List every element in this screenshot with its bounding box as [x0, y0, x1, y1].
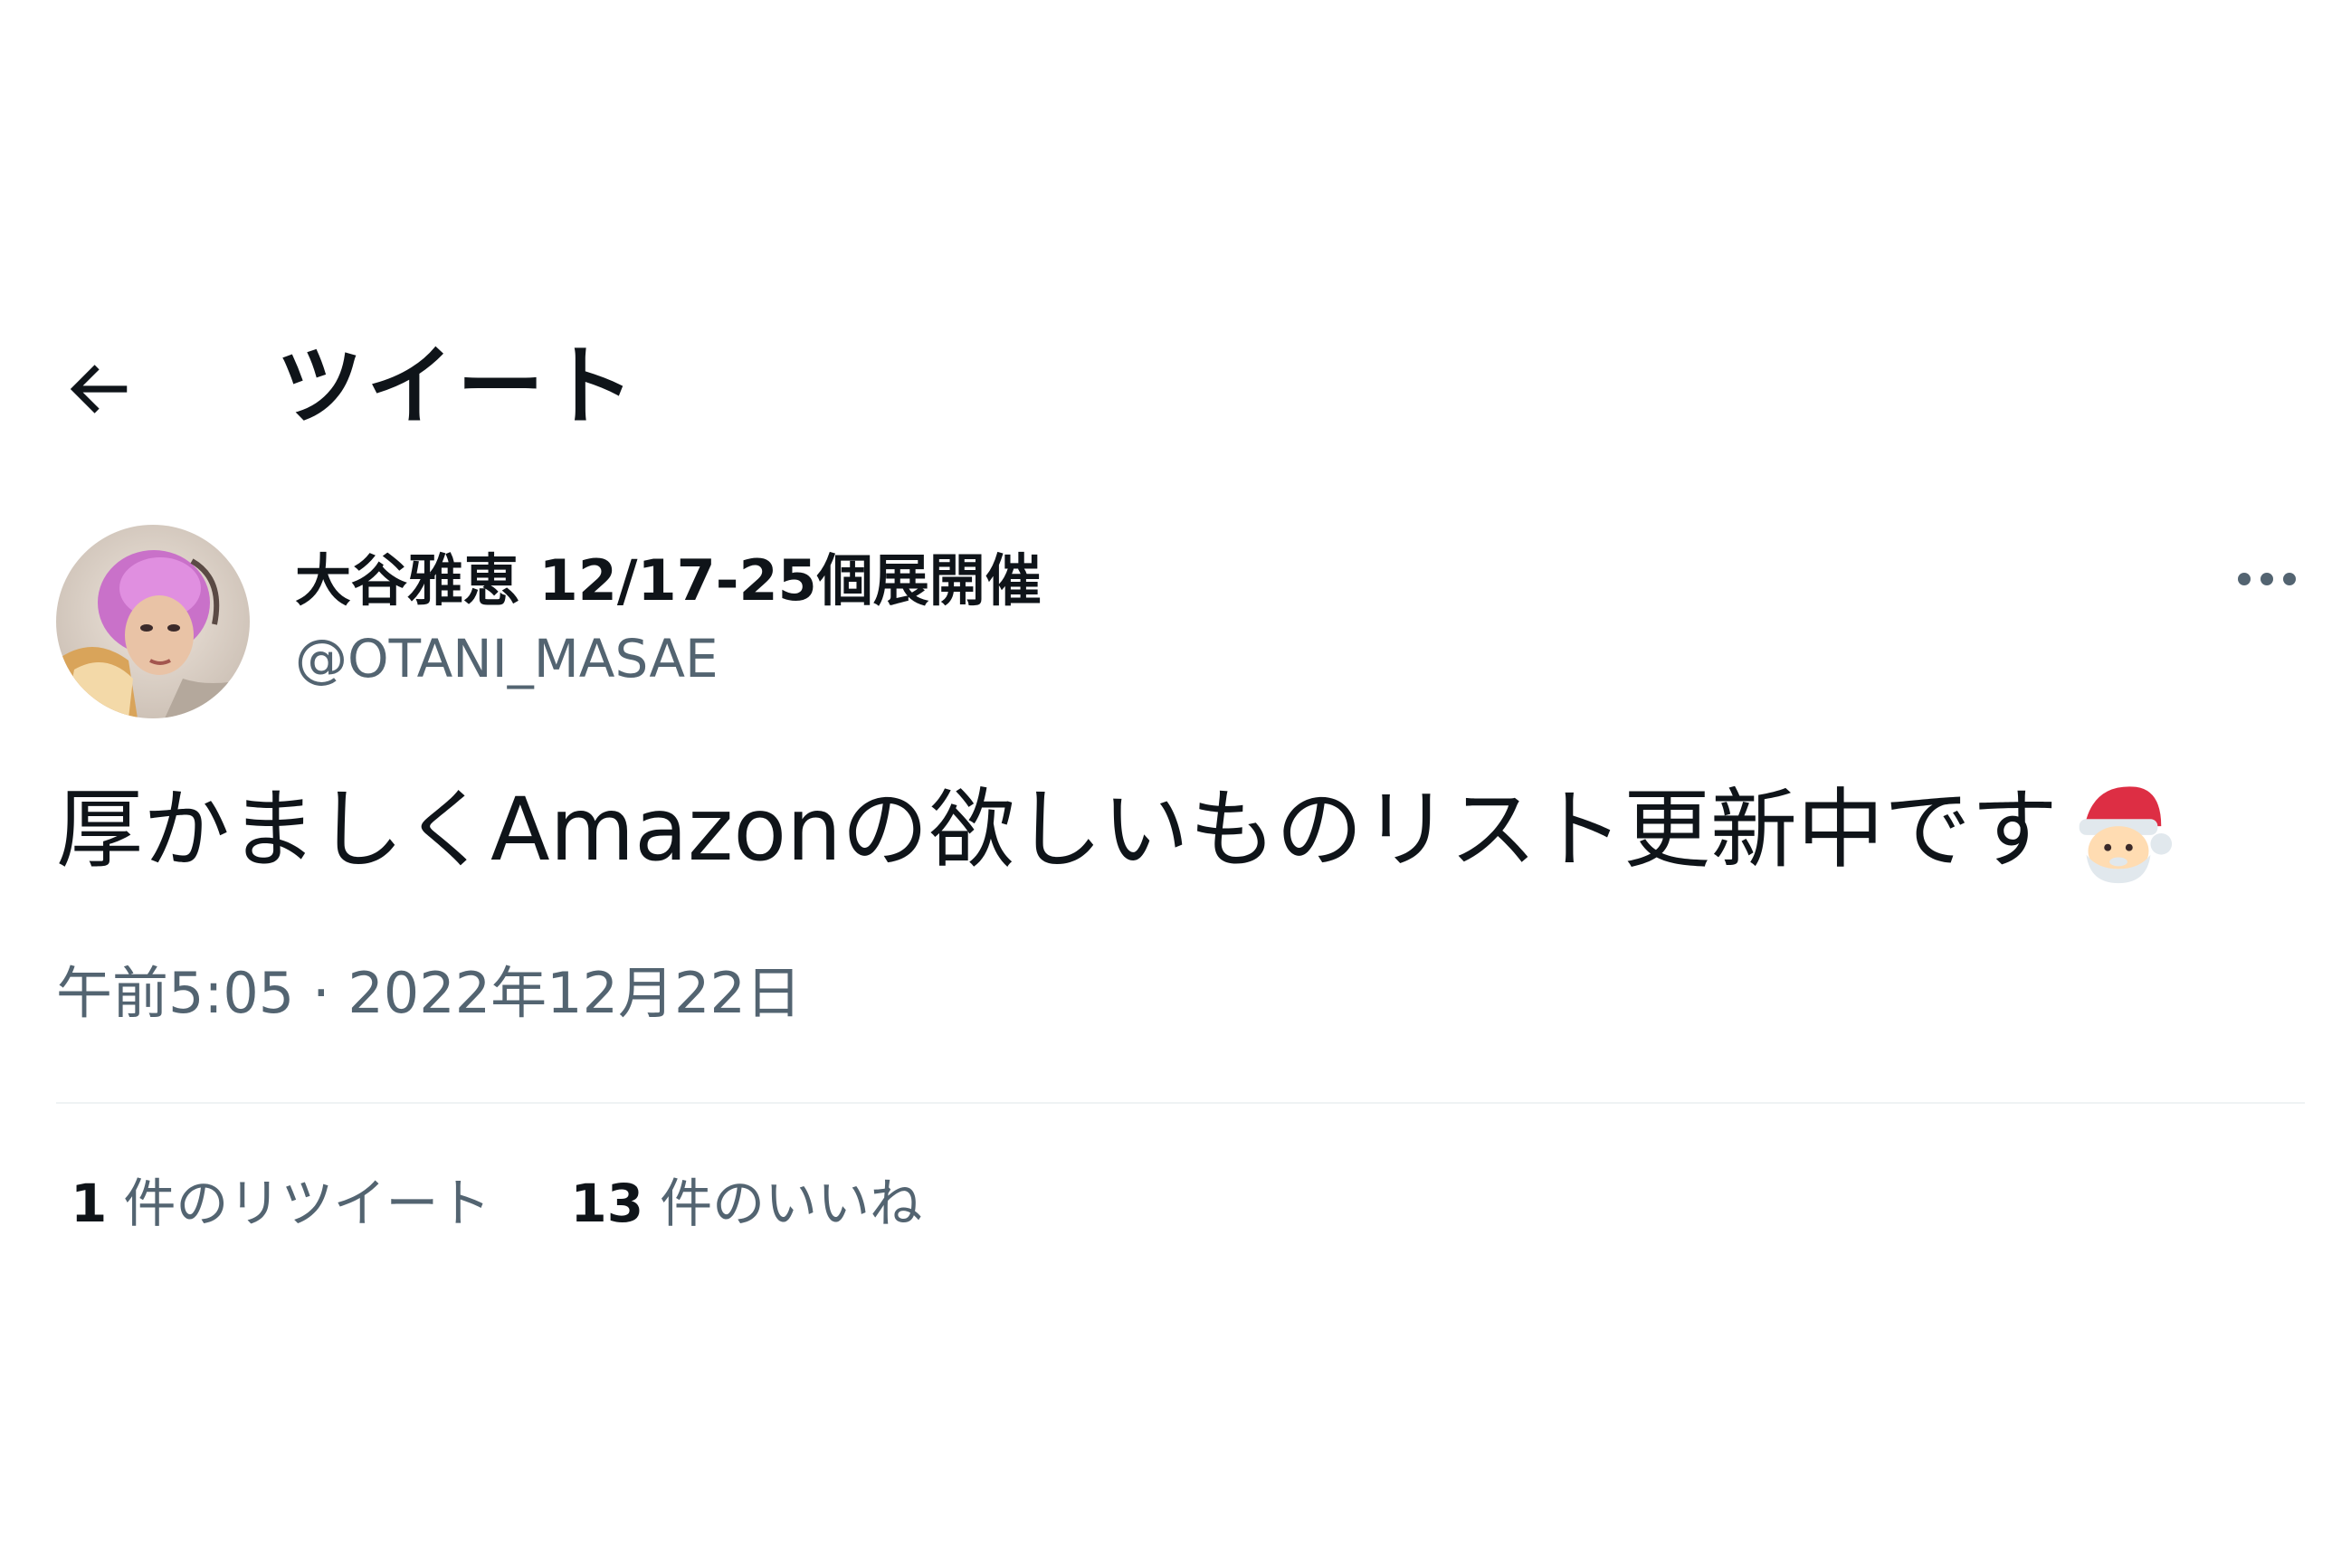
retweets-stat[interactable]: 1 件のリツイート: [71, 1167, 490, 1240]
likes-label: 件のいいね: [660, 1173, 923, 1234]
tweet-time[interactable]: 午前5:05: [56, 960, 294, 1026]
back-button[interactable]: [52, 344, 143, 434]
divider: [56, 1102, 2305, 1104]
author-handle[interactable]: @OTANI_MASAE: [295, 624, 719, 693]
timestamp-separator: ·: [294, 960, 348, 1026]
arrow-left-icon: [70, 365, 128, 413]
tweet-stats: 1 件のリツイート 13 件のいいね: [71, 1167, 922, 1240]
tweet-text: 厚かましくAmazonの欲しいものリスト更新中です: [56, 779, 2058, 880]
tweet-timestamp: 午前5:05 · 2022年12月22日: [56, 957, 802, 1030]
retweets-label: 件のリツイート: [123, 1173, 491, 1234]
author-display-name[interactable]: 大谷雅恵 12/17-25個展開催: [295, 545, 1042, 617]
avatar[interactable]: [56, 525, 250, 718]
tweet-body: 厚かましくAmazonの欲しいものリスト更新中です: [56, 771, 2175, 889]
more-options-button[interactable]: [2226, 552, 2308, 606]
retweets-count: 1: [71, 1173, 108, 1234]
santa-emoji: [2061, 773, 2175, 887]
tweet-header: ツイート: [0, 308, 2351, 443]
likes-stat[interactable]: 13 件のいいね: [570, 1167, 922, 1240]
avatar-image: [56, 525, 250, 718]
tweet-date[interactable]: 2022年12月22日: [347, 960, 802, 1026]
likes-count: 13: [570, 1173, 644, 1234]
more-dots-icon: [2238, 573, 2296, 585]
page-title: ツイート: [276, 336, 638, 437]
